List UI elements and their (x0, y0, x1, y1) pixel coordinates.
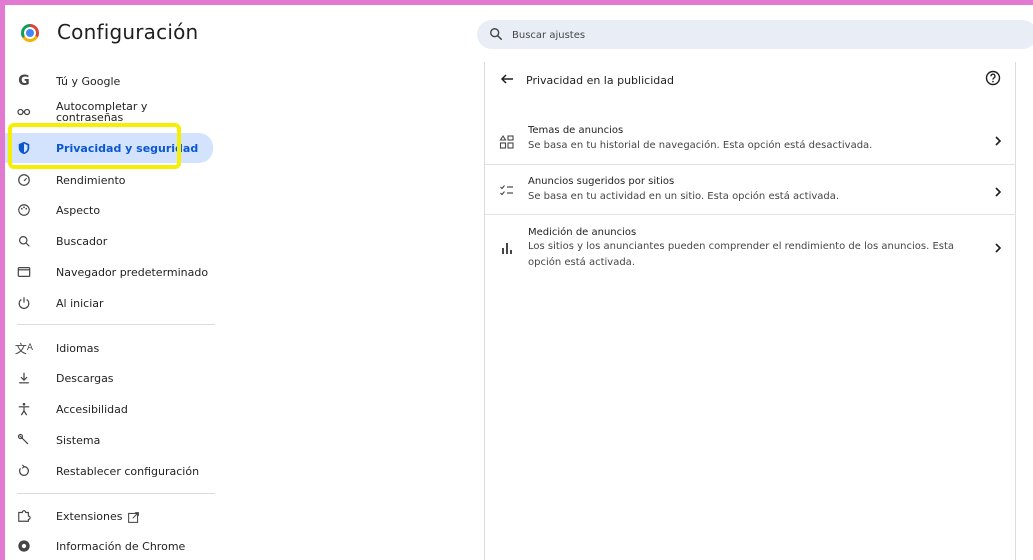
sidebar-item-extensions[interactable]: Extensiones (5, 502, 213, 530)
browser-window-icon (16, 264, 32, 280)
sidebar-item-label: Información de Chrome (56, 539, 186, 553)
sidebar-item-label: Extensiones (56, 509, 123, 523)
key-icon (16, 104, 32, 120)
search-input[interactable] (510, 20, 1033, 51)
chevron-right-icon (995, 136, 1002, 146)
row-subtitle: Los sitios y los anunciantes pueden comp… (528, 241, 955, 268)
row-subtitle: Se basa en tu actividad en un sitio. Est… (528, 191, 840, 202)
palette-icon (16, 202, 32, 218)
chrome-logo-icon (21, 24, 39, 42)
sidebar-divider (17, 493, 215, 494)
row-title: Temas de anuncios (528, 125, 624, 136)
search-box[interactable] (477, 20, 1033, 51)
content-panel: Privacidad en la publicidad Temas de anu… (484, 62, 1016, 560)
chrome-info-icon (16, 538, 32, 554)
highlight-annotation (8, 123, 181, 169)
sidebar-divider (17, 324, 215, 325)
sidebar-item-reset[interactable]: Restablecer configuración (5, 457, 213, 485)
panel-header: Privacidad en la publicidad (485, 62, 1016, 98)
external-link-icon (127, 509, 140, 528)
row-divider (485, 164, 1016, 165)
sidebar-item-system[interactable]: Sistema (5, 426, 213, 454)
puzzle-icon (16, 508, 32, 524)
sidebar-item-about-chrome[interactable]: Información de Chrome (5, 532, 213, 560)
accessibility-icon (16, 401, 32, 417)
download-icon (16, 370, 32, 386)
help-icon[interactable] (985, 70, 1001, 86)
sidebar-item-on-startup[interactable]: Al iniciar (5, 289, 213, 317)
row-divider (485, 214, 1016, 215)
search-icon (16, 233, 32, 249)
sidebar-item-label: Accesibilidad (56, 402, 128, 416)
chevron-right-icon (995, 243, 1002, 253)
sidebar-item-appearance[interactable]: Aspecto (5, 196, 213, 224)
chevron-right-icon (995, 187, 1002, 197)
translate-icon: 文A (14, 341, 34, 356)
sidebar-item-autofill[interactable]: Autocompletar y contraseñas (5, 98, 213, 126)
sidebar-item-label: Al iniciar (56, 296, 104, 310)
power-icon (16, 295, 32, 311)
checklist-icon (500, 185, 513, 196)
search-icon (490, 28, 503, 41)
sidebar-item-search-engine[interactable]: Buscador (5, 227, 213, 255)
sidebar-item-label: Tú y Google (56, 74, 121, 88)
top-bar: Configuración (5, 14, 1033, 62)
panel-title: Privacidad en la publicidad (526, 74, 674, 87)
page-title: Configuración (57, 20, 199, 44)
sidebar-item-accessibility[interactable]: Accesibilidad (5, 395, 213, 423)
bar-chart-icon (502, 243, 512, 254)
reset-icon (16, 463, 32, 479)
google-g-icon: G (18, 73, 30, 89)
sidebar-item-downloads[interactable]: Descargas (5, 364, 213, 392)
ad-topics-row[interactable]: Temas de anuncios Se basa en tu historia… (485, 120, 1016, 162)
sidebar-item-label: Idiomas (56, 341, 100, 355)
sidebar-item-label: Buscador (56, 234, 108, 248)
sidebar-item-label: Descargas (56, 371, 114, 385)
sidebar-item-default-browser[interactable]: Navegador predeterminado (5, 258, 213, 286)
speedometer-icon (16, 172, 32, 188)
wrench-icon (16, 432, 32, 448)
site-suggested-ads-row[interactable]: Anuncios sugeridos por sitios Se basa en… (485, 168, 1016, 212)
sidebar-item-performance[interactable]: Rendimiento (5, 166, 213, 194)
sidebar-item-you-and-google[interactable]: G Tú y Google (5, 67, 213, 95)
row-title: Anuncios sugeridos por sitios (528, 176, 675, 187)
sidebar-item-label: Sistema (56, 433, 101, 447)
ad-measurement-row[interactable]: Medición de anuncios Los sitios y los an… (485, 218, 1016, 278)
sidebar-item-label: Aspecto (56, 203, 101, 217)
sidebar-item-label: Restablecer configuración (56, 464, 200, 478)
row-subtitle: Se basa en tu historial de navegación. E… (528, 140, 873, 151)
sidebar-item-label: Autocompletar y contraseñas (56, 100, 148, 124)
sidebar-item-label: Rendimiento (56, 173, 126, 187)
sidebar-item-languages[interactable]: 文A Idiomas (5, 334, 213, 362)
back-arrow-icon[interactable] (499, 71, 515, 87)
row-title: Medición de anuncios (528, 227, 637, 238)
topics-icon (499, 134, 514, 149)
sidebar-item-label: Navegador predeterminado (56, 265, 209, 279)
